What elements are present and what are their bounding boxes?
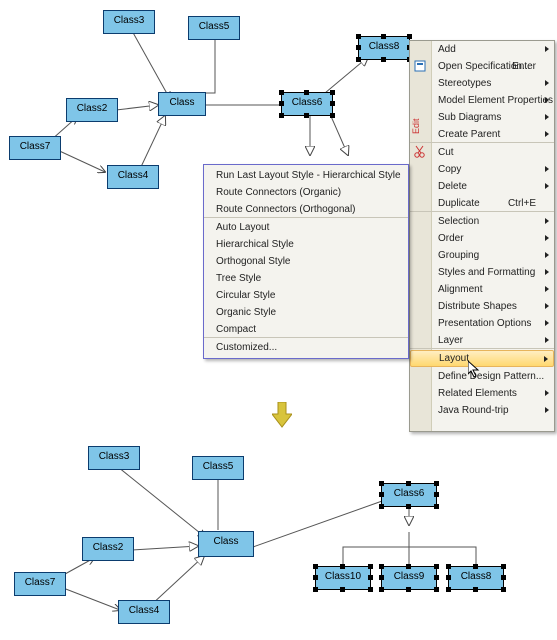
node-b-class10[interactable]: Class10 xyxy=(315,566,371,590)
label: Class6 xyxy=(394,488,425,499)
menu-item-delete[interactable]: Delete xyxy=(410,178,554,195)
label: Class2 xyxy=(77,103,108,114)
submenu-item-orthogonal-style[interactable]: Orthogonal Style xyxy=(204,253,408,270)
node-class3[interactable]: Class3 xyxy=(103,10,155,34)
submenu-item-tree-style[interactable]: Tree Style xyxy=(204,270,408,287)
node-class8[interactable]: Class8 xyxy=(358,36,410,60)
label: Class xyxy=(213,536,238,547)
menu-item-java-round-trip[interactable]: Java Round-trip xyxy=(410,402,554,419)
submenu-item-hierarchical-style[interactable]: Hierarchical Style xyxy=(204,236,408,253)
menu-item-model-element-properties[interactable]: Model Element Properties xyxy=(410,92,554,109)
menu-item-alignment[interactable]: Alignment xyxy=(410,281,554,298)
node-class6[interactable]: Class6 xyxy=(281,92,333,116)
submenu-item-route-connectors-organic-[interactable]: Route Connectors (Organic) xyxy=(204,184,408,201)
node-b-class6[interactable]: Class6 xyxy=(381,483,437,507)
label: Class3 xyxy=(99,451,130,462)
label: Class2 xyxy=(93,542,124,553)
menu-item-copy[interactable]: Copy xyxy=(410,161,554,178)
node-class4[interactable]: Class4 xyxy=(107,165,159,189)
node-b-class9[interactable]: Class9 xyxy=(381,566,437,590)
node-b-class5[interactable]: Class5 xyxy=(192,456,244,480)
menu-item-cut[interactable]: CutEdit xyxy=(410,144,554,161)
label: Class3 xyxy=(114,15,145,26)
submenu-item-compact[interactable]: Compact xyxy=(204,321,408,338)
menu-item-stereotypes[interactable]: Stereotypes xyxy=(410,75,554,92)
menu-item-layout[interactable]: Layout xyxy=(410,350,554,367)
node-b-class7[interactable]: Class7 xyxy=(14,572,66,596)
node-b-class8[interactable]: Class8 xyxy=(448,566,504,590)
node-class5[interactable]: Class5 xyxy=(188,16,240,40)
down-arrow-icon xyxy=(272,402,292,428)
label: Class6 xyxy=(292,97,323,108)
label: Class7 xyxy=(20,141,51,152)
menu-item-distribute-shapes[interactable]: Distribute Shapes xyxy=(410,298,554,315)
node-b-class3[interactable]: Class3 xyxy=(88,446,140,470)
node-b-class[interactable]: Class xyxy=(198,531,254,557)
menu-item-selection[interactable]: Selection xyxy=(410,213,554,230)
node-b-class2[interactable]: Class2 xyxy=(82,537,134,561)
menu-item-define-design-pattern-[interactable]: Define Design Pattern... xyxy=(410,368,554,385)
label: Class9 xyxy=(394,571,425,582)
menu-item-related-elements[interactable]: Related Elements xyxy=(410,385,554,402)
menu-item-open-specification-[interactable]: Open Specification...Enter xyxy=(410,58,554,75)
menu-item-sub-diagrams[interactable]: Sub Diagrams xyxy=(410,109,554,126)
label: Class4 xyxy=(129,605,160,616)
label: Class5 xyxy=(199,21,230,32)
node-b-class4[interactable]: Class4 xyxy=(118,600,170,624)
menu-item-add[interactable]: Add xyxy=(410,41,554,58)
submenu-item-route-connectors-orthogonal-[interactable]: Route Connectors (Orthogonal) xyxy=(204,201,408,218)
menu-item-duplicate[interactable]: DuplicateCtrl+E xyxy=(410,195,554,212)
submenu-item-organic-style[interactable]: Organic Style xyxy=(204,304,408,321)
menu-item-presentation-options[interactable]: Presentation Options xyxy=(410,315,554,332)
menu-item-styles-and-formatting[interactable]: Styles and Formatting xyxy=(410,264,554,281)
layout-submenu[interactable]: Run Last Layout Style - Hierarchical Sty… xyxy=(203,164,409,359)
label: Class8 xyxy=(461,571,492,582)
submenu-item-customized-[interactable]: Customized... xyxy=(204,339,408,356)
label: Class7 xyxy=(25,577,56,588)
menu-item-layer[interactable]: Layer xyxy=(410,332,554,349)
submenu-item-auto-layout[interactable]: Auto Layout xyxy=(204,219,408,236)
menu-item-create-parent[interactable]: Create Parent xyxy=(410,126,554,143)
node-class7[interactable]: Class7 xyxy=(9,136,61,160)
menu-item-grouping[interactable]: Grouping xyxy=(410,247,554,264)
submenu-item-circular-style[interactable]: Circular Style xyxy=(204,287,408,304)
node-class2[interactable]: Class2 xyxy=(66,98,118,122)
label: Class8 xyxy=(369,41,400,52)
cut-icon xyxy=(413,145,427,159)
menu-item-order[interactable]: Order xyxy=(410,230,554,247)
node-class[interactable]: Class xyxy=(158,92,206,116)
label: Class5 xyxy=(203,461,234,472)
context-menu[interactable]: AddOpen Specification...EnterStereotypes… xyxy=(409,40,555,432)
label: Class10 xyxy=(325,571,361,582)
spec-icon xyxy=(413,59,427,73)
submenu-item-run-last-layout-style-hierarchical-style[interactable]: Run Last Layout Style - Hierarchical Sty… xyxy=(204,167,408,184)
label: Class xyxy=(169,97,194,108)
label: Class4 xyxy=(118,170,149,181)
